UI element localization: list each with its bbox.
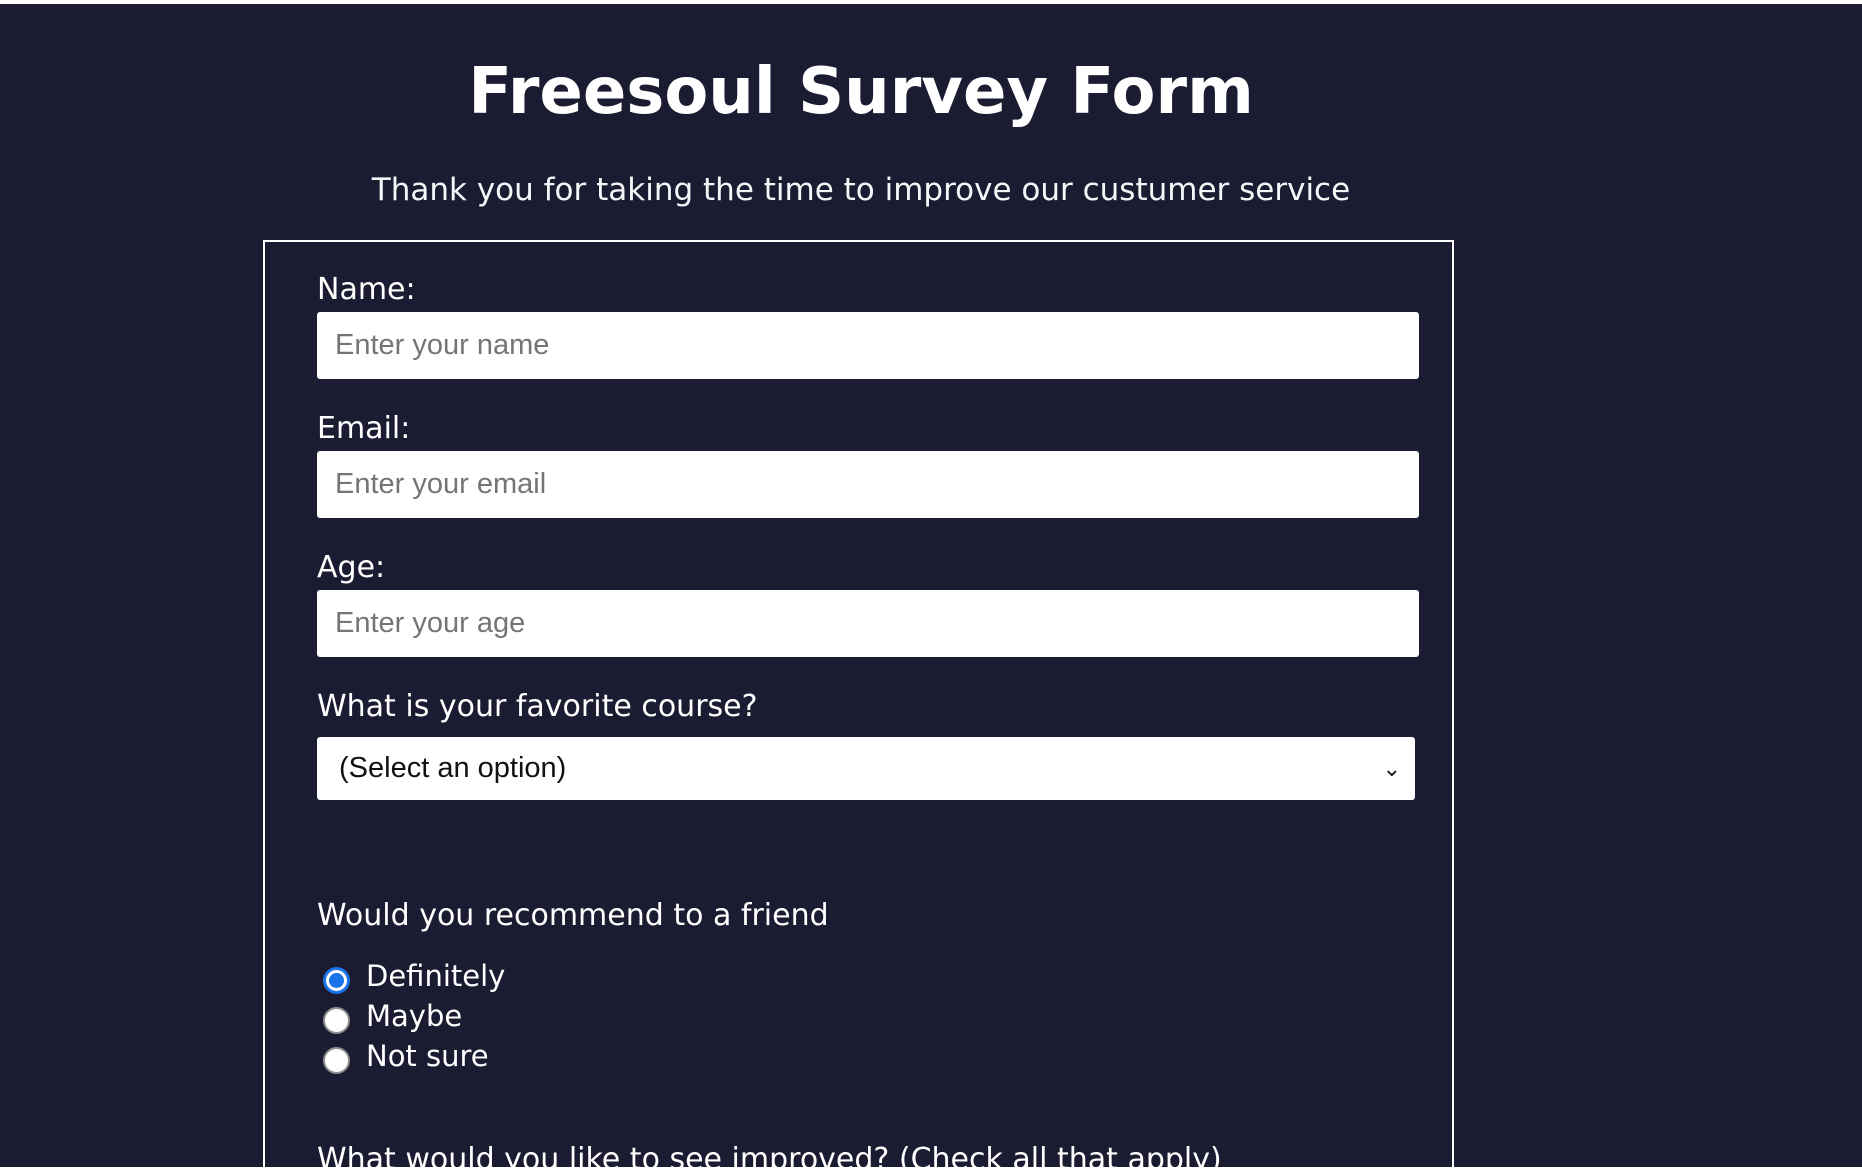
radio-option-not-sure[interactable]: Not sure bbox=[323, 1036, 489, 1076]
page-description: Thank you for taking the time to improve… bbox=[371, 172, 1351, 208]
radio-label-definitely: Definitely bbox=[366, 959, 506, 993]
radio-button-definitely[interactable] bbox=[323, 966, 350, 994]
recommend-label: Would you recommend to a friend bbox=[317, 898, 829, 933]
course-selected-value: (Select an option) bbox=[339, 752, 567, 784]
email-input[interactable] bbox=[317, 451, 1419, 518]
age-label: Age: bbox=[317, 550, 386, 585]
email-label: Email: bbox=[317, 411, 411, 446]
radio-button-not-sure[interactable] bbox=[323, 1046, 350, 1074]
radio-button-maybe[interactable] bbox=[323, 1006, 350, 1034]
course-dropdown[interactable]: (Select an option) ⌄ bbox=[317, 737, 1415, 800]
page-background: Freesoul Survey Form Thank you for takin… bbox=[0, 4, 1862, 1167]
radio-option-maybe[interactable]: Maybe bbox=[323, 996, 462, 1036]
page-title: Freesoul Survey Form bbox=[468, 55, 1254, 129]
chevron-down-icon: ⌄ bbox=[1382, 756, 1401, 781]
course-label: What is your favorite course? bbox=[317, 689, 758, 724]
survey-form: Name: Email: Age: What is your favorite … bbox=[263, 240, 1454, 1167]
age-input[interactable] bbox=[317, 590, 1419, 657]
name-input[interactable] bbox=[317, 312, 1419, 379]
radio-label-maybe: Maybe bbox=[366, 999, 463, 1033]
radio-option-definitely[interactable]: Definitely bbox=[323, 956, 505, 996]
name-label: Name: bbox=[317, 272, 416, 307]
radio-label-not-sure: Not sure bbox=[366, 1039, 489, 1073]
improvements-label: What would you like to see improved? (Ch… bbox=[317, 1142, 1222, 1167]
